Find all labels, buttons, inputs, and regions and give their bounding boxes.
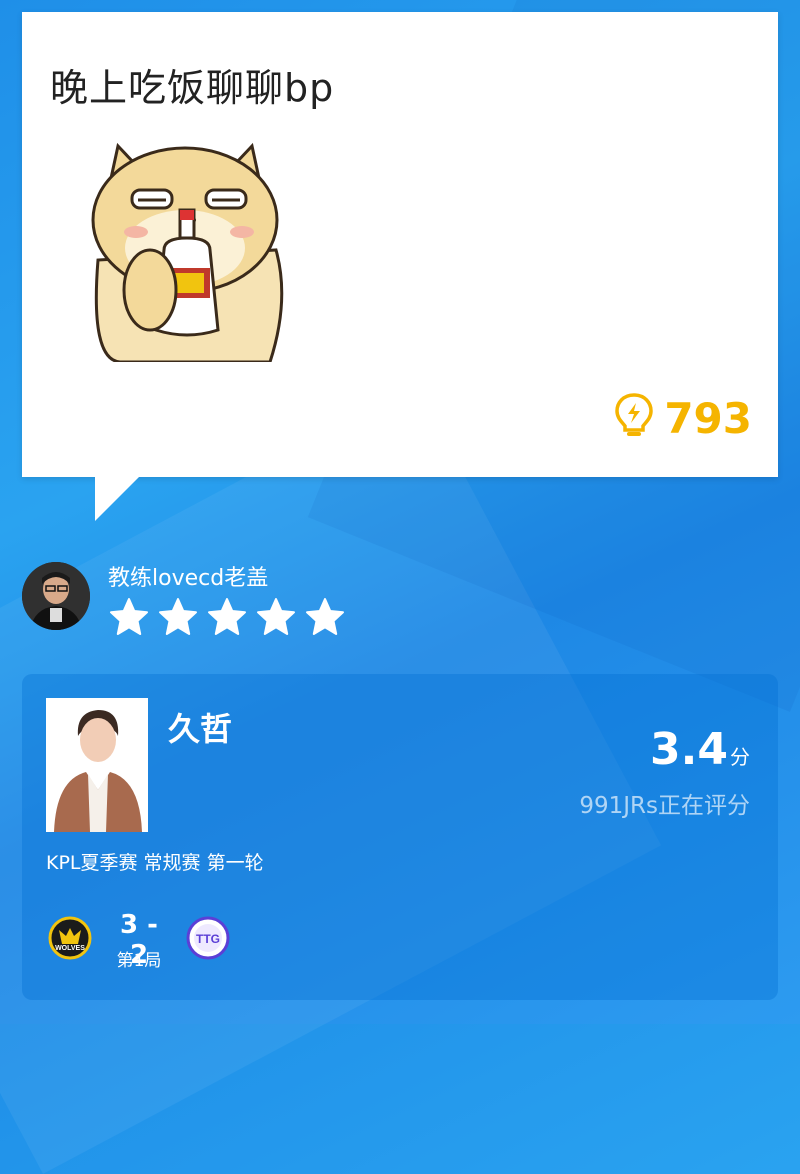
svg-text:WOLVES: WOLVES	[55, 945, 85, 952]
like-button[interactable]: 793	[614, 392, 752, 444]
player-rating-card[interactable]: 久哲 3.4 分 991JRs正在评分 KPL夏季赛 常规赛 第一轮 WOLVES…	[22, 674, 778, 1000]
star-icon	[159, 598, 197, 635]
svg-text:TTG: TTG	[196, 932, 220, 946]
wolves-team-logo[interactable]: WOLVES	[48, 916, 92, 960]
rating-stars	[108, 596, 346, 638]
like-count: 793	[664, 393, 752, 443]
shiba-dog-drinking-sticker[interactable]	[80, 140, 290, 364]
match-game: 第1局	[116, 951, 162, 971]
star-icon	[110, 598, 148, 635]
star-icon	[257, 598, 295, 635]
bubble-tail	[95, 477, 139, 521]
star-icon	[306, 598, 344, 635]
post-bubble[interactable]: 晚上吃饭聊聊bp 793	[22, 12, 778, 477]
match-info: KPL夏季赛 常规赛 第一轮	[46, 852, 264, 874]
ttg-team-logo[interactable]: TTG	[186, 916, 230, 960]
raters-count: 991JRs正在评分	[579, 793, 750, 819]
score-unit: 分	[730, 745, 750, 769]
author-name[interactable]: 教练lovecd老盖	[108, 560, 268, 592]
star-icon	[208, 598, 246, 635]
lightbulb-lightning-icon	[614, 392, 654, 444]
score-value: 3.4	[650, 724, 728, 775]
author-avatar[interactable]	[22, 562, 90, 630]
post-text: 晚上吃饭聊聊bp	[50, 66, 335, 110]
player-score: 3.4 分	[650, 724, 750, 775]
player-name: 久哲	[168, 710, 233, 748]
player-photo[interactable]	[46, 698, 148, 832]
